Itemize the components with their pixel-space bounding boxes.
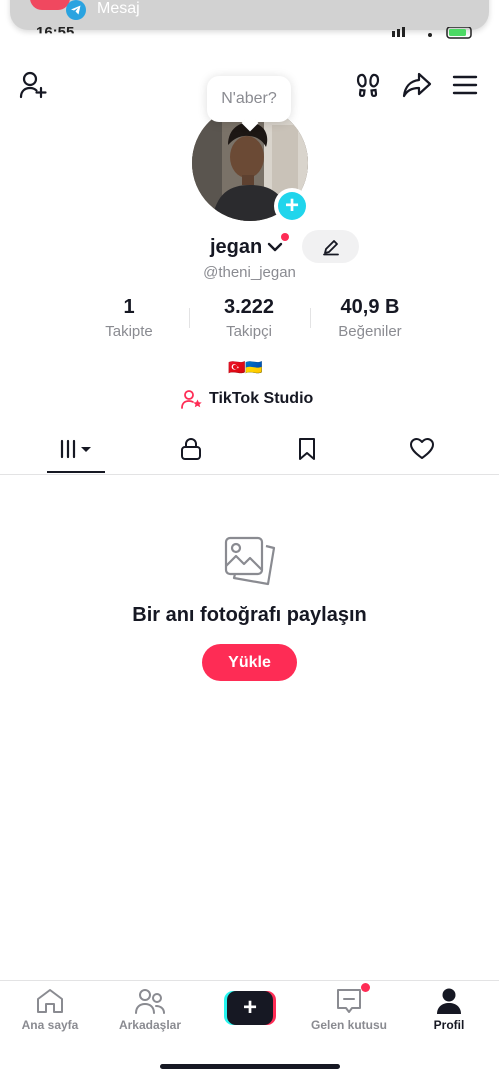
- profile-icon: [437, 988, 461, 1014]
- nav-label: Ana sayfa: [21, 1018, 79, 1032]
- upload-button[interactable]: Yükle: [202, 644, 297, 681]
- inbox-icon: [337, 989, 361, 1013]
- tab-saved[interactable]: [257, 424, 357, 474]
- nav-label: Arkadaşlar: [118, 1018, 182, 1032]
- display-name[interactable]: jegan: [210, 236, 262, 259]
- friends-icon: [135, 989, 165, 1014]
- telegram-icon: [66, 0, 86, 20]
- stat-following[interactable]: 1 Takipte: [69, 296, 189, 340]
- status-icons: [392, 26, 477, 39]
- status-note-bubble[interactable]: N'aber?: [207, 76, 291, 122]
- nav-home[interactable]: Ana sayfa: [5, 987, 95, 1032]
- pencil-icon: [322, 239, 339, 255]
- plus-icon: +: [278, 192, 306, 220]
- menu-icon[interactable]: [451, 72, 479, 98]
- add-friend-icon[interactable]: [18, 70, 50, 100]
- stat-value: 3.222: [223, 296, 275, 318]
- stat-value: 40,9 B: [340, 296, 400, 318]
- nav-label: Profil: [433, 1018, 465, 1032]
- notification-title: Mesaj: [97, 0, 140, 17]
- tab-private[interactable]: [141, 424, 241, 474]
- empty-state-title: Bir anı fotoğrafı paylaşın: [132, 604, 367, 626]
- nav-friends[interactable]: Arkadaşlar: [105, 987, 195, 1032]
- heart-icon: [410, 438, 434, 459]
- tab-liked[interactable]: [372, 424, 472, 474]
- footprints-icon[interactable]: [355, 70, 383, 100]
- add-story-button[interactable]: +: [274, 188, 310, 224]
- create-button[interactable]: +: [224, 991, 276, 1025]
- chevron-down-icon[interactable]: [266, 238, 284, 261]
- home-indicator: [160, 1064, 340, 1069]
- stat-label: Beğeniler: [338, 323, 402, 340]
- nav-profile[interactable]: Profil: [404, 987, 494, 1032]
- studio-label: TikTok Studio: [209, 390, 314, 407]
- stat-likes[interactable]: 40,9 B Beğeniler: [310, 296, 430, 340]
- bookmark-icon: [299, 438, 315, 460]
- photo-icon: [222, 534, 278, 590]
- stat-followers[interactable]: 3.222 Takipçi: [189, 296, 309, 340]
- content-tabs: [0, 424, 499, 475]
- tab-videos[interactable]: [26, 424, 126, 474]
- home-icon: [37, 989, 63, 1013]
- username-handle: @theni_jegan: [203, 264, 296, 281]
- share-icon[interactable]: [401, 70, 433, 100]
- grid-videos-icon: [60, 439, 91, 459]
- bio-flags: 🇹🇷🇺🇦: [228, 359, 263, 375]
- status-time: 16:55: [36, 24, 75, 41]
- app-icon: [30, 0, 70, 10]
- stat-label: Takipte: [105, 323, 153, 340]
- creator-star-icon: [181, 390, 202, 409]
- edit-profile-button[interactable]: [302, 230, 359, 263]
- nav-label: Gelen kutusu: [310, 1018, 387, 1032]
- stat-value: 1: [123, 296, 135, 318]
- notification-dot: [281, 233, 289, 241]
- stat-label: Takipçi: [226, 323, 272, 340]
- create-icon: +: [227, 991, 273, 1025]
- lock-icon: [181, 438, 201, 460]
- nav-inbox[interactable]: Gelen kutusu: [304, 987, 394, 1032]
- active-tab-indicator: [47, 471, 105, 473]
- tiktok-studio-link[interactable]: TikTok Studio: [181, 389, 313, 409]
